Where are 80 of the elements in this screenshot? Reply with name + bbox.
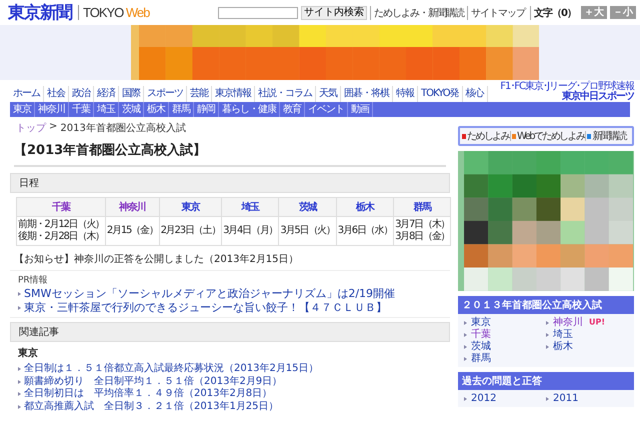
- sidebar-link[interactable]: 2011: [553, 393, 578, 404]
- bullet-icon: [546, 396, 549, 400]
- sidebar-link[interactable]: 群馬: [471, 353, 491, 364]
- exam-date-cell: 3月7日（木） 3月8日（金）: [394, 216, 451, 246]
- search-field[interactable]: [218, 6, 298, 18]
- prefecture-link[interactable]: 千葉: [16, 198, 106, 216]
- update-label: UP!: [589, 318, 606, 327]
- region-tab[interactable]: 群馬: [169, 102, 194, 117]
- region-tab[interactable]: イベント: [305, 102, 348, 117]
- sidebar-link[interactable]: 東京: [471, 317, 491, 328]
- bullet-icon: [18, 392, 21, 396]
- region-tab[interactable]: 神奈川: [35, 102, 69, 117]
- site-name: TOKYO Web: [78, 5, 150, 20]
- breadcrumb-link[interactable]: トップ: [16, 121, 46, 135]
- region-tab[interactable]: 茨城: [119, 102, 144, 117]
- sports-news-link[interactable]: F1･FC東京･Jリーグ･プロ野球速報: [500, 82, 634, 92]
- sidebar-link[interactable]: 神奈川: [553, 317, 583, 328]
- bullet-icon: [464, 320, 467, 324]
- bullet-icon: [18, 367, 21, 372]
- notice-text: 【お知らせ】神奈川の正答を公開しました（2013年2月15日）: [14, 252, 300, 266]
- article-link[interactable]: 全日制初日は 平均倍率１．４９倍（2013年2月8日）: [24, 388, 272, 400]
- prefecture-link[interactable]: 栃木: [336, 198, 394, 216]
- sidebar-link[interactable]: 埼玉: [553, 329, 573, 340]
- bullet-icon: [546, 320, 549, 324]
- sidebar-heading: ２０１３年首都圏公立高校入試: [458, 296, 634, 314]
- sidebar-link[interactable]: 2012: [471, 393, 496, 404]
- region-tab[interactable]: 千葉: [69, 102, 94, 117]
- font-size-label: 文字（0）: [530, 6, 576, 20]
- pr-link[interactable]: SMWセッション「ソーシャルメディアと政治ジャーナリズム」は2/19開催: [24, 287, 396, 301]
- exam-date-cell: 2月15（金）: [105, 216, 160, 246]
- breadcrumb-current: 2013年首都圏公立高校入試: [60, 122, 186, 135]
- bullet-icon: [464, 356, 467, 360]
- group-heading: 東京: [17, 346, 39, 361]
- bullet-icon: [464, 396, 467, 400]
- bullet-icon: [546, 332, 549, 336]
- section-header: 関連記事: [10, 322, 450, 342]
- sidebar-link[interactable]: 千葉: [471, 329, 491, 340]
- region-tab[interactable]: 埼玉: [94, 102, 119, 117]
- bullet-icon: [546, 344, 549, 348]
- prefecture-link[interactable]: 東京: [159, 198, 222, 216]
- bullet-icon: [18, 306, 21, 310]
- region-tab[interactable]: 教育: [280, 102, 305, 117]
- exam-date-cell: 前期・2月12日（火） 後期・2月28日（木）: [16, 216, 106, 246]
- subscription-link[interactable]: 新聞購読: [592, 129, 626, 143]
- bullet-icon: [18, 292, 21, 296]
- exam-date-cell: 2月23日（土）: [159, 216, 222, 246]
- region-tab[interactable]: 静岡: [194, 102, 219, 117]
- exam-date-cell: 3月4日（月）: [222, 216, 279, 246]
- region-tab[interactable]: 栃木: [144, 102, 169, 117]
- prefecture-link[interactable]: 茨城: [278, 198, 336, 216]
- region-tab[interactable]: 暮らし・健康: [219, 102, 280, 117]
- article-link[interactable]: 願書締め切り 全日制平均１．５１倍（2013年2月9日）: [24, 376, 282, 388]
- prefecture-link[interactable]: 群馬: [394, 198, 451, 216]
- bullet-icon: [464, 332, 467, 336]
- sports-paper-logo[interactable]: 東京中日スポーツ: [562, 92, 634, 102]
- subscription-link[interactable]: ためしよみ: [467, 129, 510, 143]
- section-header: 日程: [10, 173, 450, 193]
- region-tab[interactable]: 動画: [348, 102, 373, 117]
- breadcrumb-separator: >: [49, 121, 58, 134]
- sidebar-heading: 過去の問題と正答: [458, 372, 634, 390]
- exam-date-cell: 3月5日（火）: [278, 216, 336, 246]
- bullet-icon: [18, 404, 21, 409]
- article-link[interactable]: 全日制は１．５１倍都立高入試最終応募状況（2013年2月15日）: [24, 363, 319, 376]
- header-link[interactable]: サイトマップ: [467, 6, 526, 20]
- bullet-icon: [18, 380, 21, 384]
- exam-date-cell: 3月6日（水）: [336, 216, 394, 246]
- search-button[interactable]: サイト内検索: [301, 6, 368, 20]
- pr-link[interactable]: 東京・三軒茶屋で行列のできるジューシーな旨い餃子！【４７ＣＬＵＢ】: [24, 301, 387, 315]
- page-title: 【2013年首都圏公立高校入試】: [14, 141, 446, 167]
- header-link[interactable]: ためしよみ・新聞購読: [370, 6, 464, 20]
- bullet-icon: [464, 344, 467, 348]
- region-tab[interactable]: 東京: [10, 102, 35, 117]
- sidebar-link[interactable]: 栃木: [553, 341, 573, 352]
- subscription-link[interactable]: Webでためしよみ: [517, 129, 584, 143]
- prefecture-link[interactable]: 神奈川: [105, 198, 160, 216]
- sidebar-link[interactable]: 茨城: [471, 341, 491, 352]
- prefecture-link[interactable]: 埼玉: [222, 198, 279, 216]
- newspaper-logo[interactable]: 東京新聞: [8, 1, 72, 24]
- pr-heading: PR情報: [18, 274, 49, 286]
- article-link[interactable]: 都立高推薦入試 全日制３．２１倍（2013年1月25日）: [24, 400, 279, 413]
